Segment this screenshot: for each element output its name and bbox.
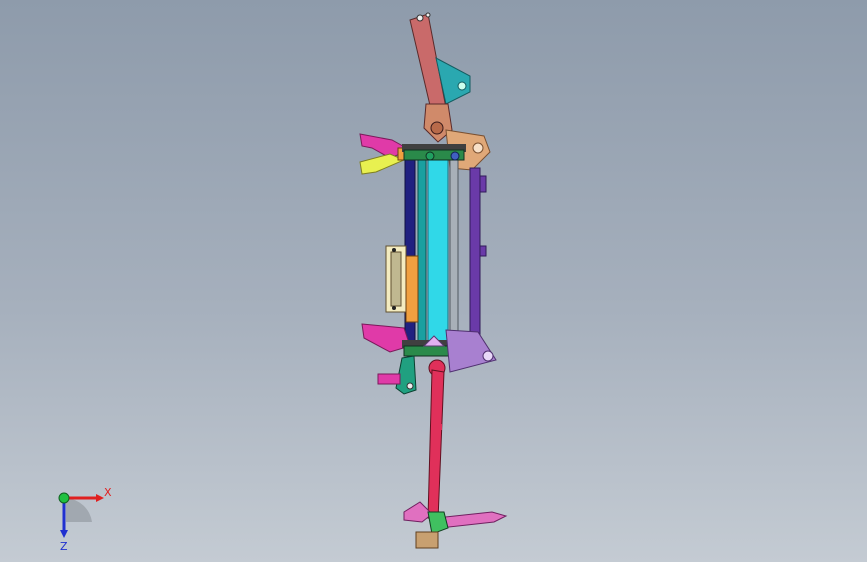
coordinate-triad: X Z	[58, 486, 112, 553]
foot-green	[427, 511, 449, 535]
rail-cyan	[427, 149, 449, 345]
rail-teal	[417, 145, 427, 347]
lower-arm-assembly[interactable]	[403, 359, 508, 549]
top-crossbar[interactable]	[402, 144, 466, 161]
lower-arm	[427, 369, 445, 521]
rail-gray	[449, 149, 459, 345]
upper-arm-assembly[interactable]	[409, 12, 471, 143]
bottom-right-plate[interactable]	[445, 329, 497, 373]
middle-left-frame[interactable]	[385, 245, 419, 323]
lower-left-linkage[interactable]	[377, 355, 417, 395]
cad-viewport[interactable]: X Z	[0, 0, 867, 562]
triad-x-label: X	[104, 486, 112, 499]
top-left-bracket[interactable]	[359, 133, 412, 175]
base-pad	[415, 531, 439, 549]
rail-purple	[469, 167, 481, 339]
triad-z-label: Z	[60, 540, 68, 553]
